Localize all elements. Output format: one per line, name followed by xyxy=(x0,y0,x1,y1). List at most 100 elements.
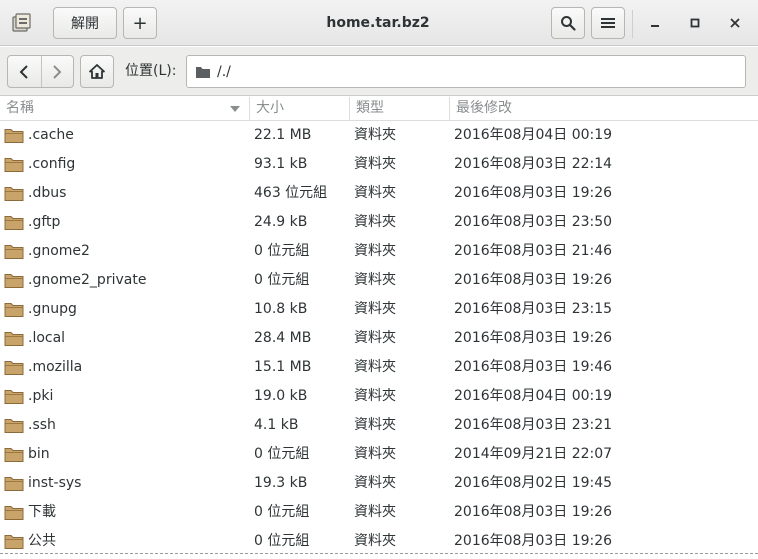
folder-icon xyxy=(4,332,24,346)
file-type: 資料夾 xyxy=(354,330,396,346)
folder-icon xyxy=(4,419,24,433)
column-modified-header[interactable]: 最後修改 xyxy=(449,97,758,121)
column-type-label: 類型 xyxy=(356,100,384,116)
file-modified: 2016年08月03日 19:26 xyxy=(454,504,613,520)
file-row[interactable]: .gnome2_private 0 位元組 資料夾 2016年08月03日 19:26 xyxy=(0,266,758,295)
file-row[interactable]: 公共 0 位元組 資料夾 2016年08月03日 19:26 xyxy=(0,527,758,556)
file-type: 資料夾 xyxy=(354,446,396,462)
file-type: 資料夾 xyxy=(354,417,396,433)
file-type: 資料夾 xyxy=(354,533,396,549)
close-button[interactable] xyxy=(723,11,747,35)
search-button[interactable] xyxy=(551,7,585,39)
file-row[interactable]: .config 93.1 kB 資料夾 2016年08月03日 22:14 xyxy=(0,150,758,179)
file-row[interactable]: inst-sys 19.3 kB 資料夾 2016年08月02日 19:45 xyxy=(0,469,758,498)
file-row[interactable]: bin 0 位元組 資料夾 2014年09月21日 22:07 xyxy=(0,440,758,469)
column-name-label: 名稱 xyxy=(6,100,34,116)
file-name: .ssh xyxy=(28,417,56,433)
location-field[interactable]: /./ xyxy=(186,55,746,88)
file-row[interactable]: .local 28.4 MB 資料夾 2016年08月03日 19:26 xyxy=(0,324,758,353)
file-modified: 2014年09月21日 22:07 xyxy=(454,446,613,462)
file-row[interactable]: .gftp 24.9 kB 資料夾 2016年08月03日 23:50 xyxy=(0,208,758,237)
file-type: 資料夾 xyxy=(354,475,396,491)
folder-icon xyxy=(4,216,24,230)
file-type: 資料夾 xyxy=(354,504,396,520)
menu-button[interactable] xyxy=(591,7,625,39)
file-modified: 2016年08月03日 23:50 xyxy=(454,214,613,230)
column-type-header[interactable]: 類型 xyxy=(349,97,449,121)
header-bar: 解開 + home.tar.bz2 xyxy=(0,0,758,46)
file-size: 28.4 MB xyxy=(254,330,312,346)
file-type: 資料夾 xyxy=(354,127,396,143)
file-row[interactable]: .cache 22.1 MB 資料夾 2016年08月04日 00:19 xyxy=(0,121,758,150)
file-modified: 2016年08月03日 21:46 xyxy=(454,243,613,259)
location-label: 位置(L): xyxy=(125,63,177,79)
column-size-label: 大小 xyxy=(256,100,284,116)
add-button[interactable]: + xyxy=(123,7,157,39)
file-size: 0 位元組 xyxy=(254,446,310,462)
extract-button[interactable]: 解開 xyxy=(53,7,117,39)
minimize-button[interactable] xyxy=(643,11,667,35)
file-modified: 2016年08月04日 00:19 xyxy=(454,388,613,404)
file-name: .gnome2_private xyxy=(28,272,147,288)
home-icon xyxy=(89,64,105,79)
file-row[interactable]: .gnupg 10.8 kB 資料夾 2016年08月03日 23:15 xyxy=(0,295,758,324)
location-bar: 位置(L): /./ xyxy=(0,47,758,96)
file-type: 資料夾 xyxy=(354,214,396,230)
close-icon xyxy=(730,18,740,28)
file-modified: 2016年08月04日 00:19 xyxy=(454,127,613,143)
file-row[interactable]: .ssh 4.1 kB 資料夾 2016年08月03日 23:21 xyxy=(0,411,758,440)
column-size-header[interactable]: 大小 xyxy=(249,97,349,121)
file-name: inst-sys xyxy=(28,475,82,491)
folder-icon xyxy=(4,506,24,520)
file-type: 資料夾 xyxy=(354,272,396,288)
archive-icon xyxy=(12,13,31,32)
file-name: .dbus xyxy=(28,185,67,201)
file-size: 22.1 MB xyxy=(254,127,312,143)
folder-icon xyxy=(4,448,24,462)
file-size: 19.3 kB xyxy=(254,475,308,491)
folder-icon xyxy=(4,535,24,549)
file-row[interactable]: .mozilla 15.1 MB 資料夾 2016年08月03日 19:46 xyxy=(0,353,758,382)
back-button[interactable] xyxy=(8,56,41,87)
file-size: 93.1 kB xyxy=(254,156,308,172)
file-name: .pki xyxy=(28,388,54,404)
file-size: 0 位元組 xyxy=(254,504,310,520)
folder-icon xyxy=(4,477,24,491)
file-size: 4.1 kB xyxy=(254,417,299,433)
file-row[interactable]: 下載 0 位元組 資料夾 2016年08月03日 19:26 xyxy=(0,498,758,527)
file-size: 19.0 kB xyxy=(254,388,308,404)
file-modified: 2016年08月03日 19:26 xyxy=(454,330,613,346)
folder-icon xyxy=(4,361,24,375)
column-name-header[interactable]: 名稱 xyxy=(0,97,249,121)
home-button[interactable] xyxy=(80,55,114,88)
file-name: .cache xyxy=(28,127,74,143)
file-size: 0 位元組 xyxy=(254,243,310,259)
file-modified: 2016年08月03日 23:21 xyxy=(454,417,613,433)
file-row[interactable]: .gnome2 0 位元組 資料夾 2016年08月03日 21:46 xyxy=(0,237,758,266)
column-modified-label: 最後修改 xyxy=(456,100,512,116)
file-modified: 2016年08月03日 19:46 xyxy=(454,359,613,375)
sort-descending-icon xyxy=(230,106,240,112)
file-modified: 2016年08月03日 19:26 xyxy=(454,533,613,549)
maximize-button[interactable] xyxy=(683,11,707,35)
file-modified: 2016年08月03日 19:26 xyxy=(454,272,613,288)
file-row[interactable]: .pki 19.0 kB 資料夾 2016年08月04日 00:19 xyxy=(0,382,758,411)
file-modified: 2016年08月03日 22:14 xyxy=(454,156,613,172)
header-separator xyxy=(632,10,633,38)
file-name: .gnupg xyxy=(28,301,77,317)
file-row[interactable]: .dbus 463 位元組 資料夾 2016年08月03日 19:26 xyxy=(0,179,758,208)
file-name: .config xyxy=(28,156,76,172)
forward-button[interactable] xyxy=(40,56,74,87)
file-name: .local xyxy=(28,330,66,346)
folder-icon xyxy=(4,390,24,404)
maximize-icon xyxy=(690,18,700,28)
file-type: 資料夾 xyxy=(354,156,396,172)
chevron-right-icon xyxy=(53,64,62,79)
file-type: 資料夾 xyxy=(354,301,396,317)
file-size: 0 位元組 xyxy=(254,533,310,549)
file-type: 資料夾 xyxy=(354,185,396,201)
file-size: 24.9 kB xyxy=(254,214,308,230)
file-type: 資料夾 xyxy=(354,243,396,259)
file-size: 10.8 kB xyxy=(254,301,308,317)
file-size: 0 位元組 xyxy=(254,272,310,288)
